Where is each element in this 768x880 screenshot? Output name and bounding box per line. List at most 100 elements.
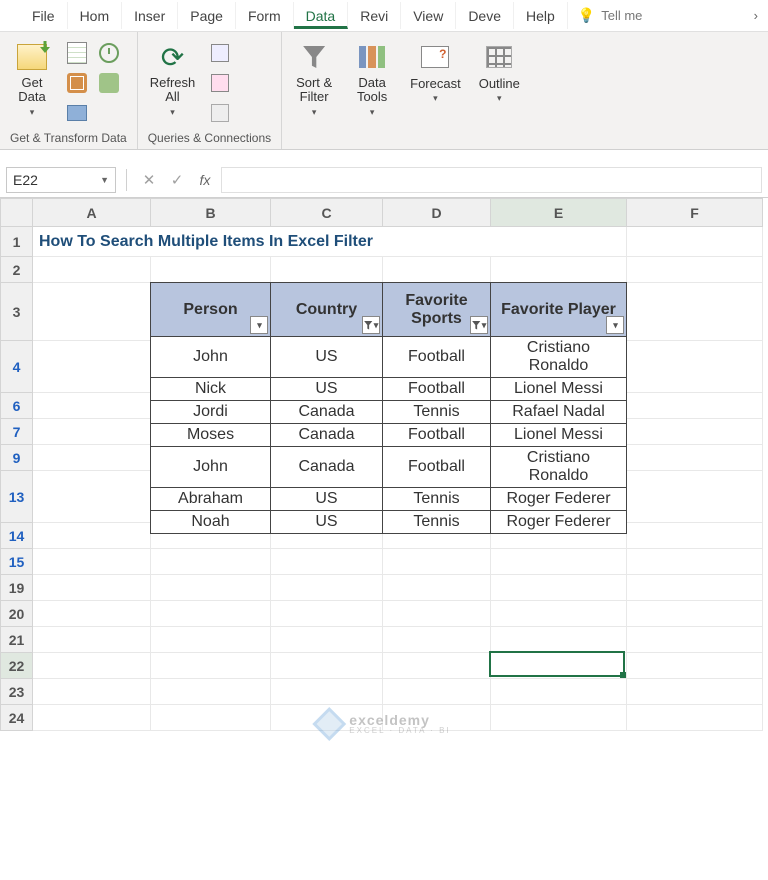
row-header[interactable]: 13 xyxy=(1,471,33,523)
row-header[interactable]: 22 xyxy=(1,653,33,679)
existing-connections-button[interactable] xyxy=(96,70,122,96)
row-header[interactable]: 7 xyxy=(1,419,33,445)
table-cell[interactable]: Abraham xyxy=(151,488,271,511)
cell[interactable] xyxy=(33,445,151,471)
cell[interactable] xyxy=(271,679,383,705)
table-cell[interactable]: Nick xyxy=(151,378,271,401)
tab-help[interactable]: Help xyxy=(514,2,568,29)
cell[interactable] xyxy=(151,679,271,705)
cell[interactable] xyxy=(491,601,627,627)
row-header[interactable]: 9 xyxy=(1,445,33,471)
cell[interactable] xyxy=(271,627,383,653)
cell[interactable] xyxy=(491,257,627,283)
cell[interactable] xyxy=(33,523,151,549)
column-header[interactable]: C xyxy=(271,199,383,227)
cell[interactable] xyxy=(383,601,491,627)
table-cell[interactable]: Tennis xyxy=(383,401,491,424)
queries-button[interactable] xyxy=(207,40,233,66)
cell[interactable] xyxy=(491,627,627,653)
filter-button[interactable] xyxy=(362,316,380,334)
tab-home[interactable]: Hom xyxy=(68,2,123,29)
cell[interactable] xyxy=(627,601,763,627)
cell[interactable] xyxy=(271,257,383,283)
table-cell[interactable]: Jordi xyxy=(151,401,271,424)
table-cell[interactable]: Canada xyxy=(271,447,383,488)
cell[interactable] xyxy=(627,549,763,575)
from-table-button[interactable] xyxy=(64,100,90,126)
cell[interactable] xyxy=(33,471,151,523)
filter-button[interactable] xyxy=(606,316,624,334)
cell[interactable] xyxy=(33,283,151,341)
row-header[interactable]: 15 xyxy=(1,549,33,575)
table-cell[interactable]: US xyxy=(271,337,383,378)
outline-button[interactable]: Outline ▾ xyxy=(473,36,526,108)
table-cell[interactable]: Tennis xyxy=(383,488,491,511)
row-header[interactable]: 14 xyxy=(1,523,33,549)
cell[interactable] xyxy=(33,627,151,653)
column-header[interactable]: F xyxy=(627,199,763,227)
table-cell[interactable]: Lionel Messi xyxy=(491,424,627,447)
cell[interactable] xyxy=(33,341,151,393)
tab-formulas[interactable]: Form xyxy=(236,2,294,29)
cell[interactable]: How To Search Multiple Items In Excel Fi… xyxy=(33,227,627,257)
column-header[interactable]: B xyxy=(151,199,271,227)
cell[interactable] xyxy=(33,679,151,705)
from-text-button[interactable] xyxy=(64,40,90,66)
table-cell[interactable]: Football xyxy=(383,337,491,378)
cell[interactable] xyxy=(627,341,763,393)
table-cell[interactable]: Moses xyxy=(151,424,271,447)
row-header[interactable]: 3 xyxy=(1,283,33,341)
table-cell[interactable]: John xyxy=(151,447,271,488)
table-cell[interactable]: Noah xyxy=(151,511,271,534)
filter-button[interactable] xyxy=(250,316,268,334)
cell[interactable] xyxy=(33,575,151,601)
cell[interactable] xyxy=(383,627,491,653)
table-cell[interactable]: Roger Federer xyxy=(491,488,627,511)
table-cell[interactable]: Football xyxy=(383,378,491,401)
filter-button[interactable] xyxy=(470,316,488,334)
tab-page-layout[interactable]: Page xyxy=(178,2,236,29)
table-cell[interactable]: US xyxy=(271,378,383,401)
row-header[interactable]: 24 xyxy=(1,705,33,731)
cell[interactable] xyxy=(627,471,763,523)
cell[interactable] xyxy=(627,627,763,653)
row-header[interactable]: 21 xyxy=(1,627,33,653)
tab-insert[interactable]: Inser xyxy=(122,2,178,29)
tab-view[interactable]: View xyxy=(401,2,456,29)
row-header[interactable]: 1 xyxy=(1,227,33,257)
cell[interactable] xyxy=(151,601,271,627)
fx-button[interactable]: fx xyxy=(193,168,217,192)
table-cell[interactable]: Football xyxy=(383,447,491,488)
cell[interactable] xyxy=(627,393,763,419)
table-cell[interactable]: Canada xyxy=(271,424,383,447)
cancel-formula-button[interactable]: ✕ xyxy=(137,168,161,192)
row-header[interactable]: 19 xyxy=(1,575,33,601)
cell[interactable] xyxy=(383,679,491,705)
cell[interactable] xyxy=(491,705,627,731)
cell[interactable] xyxy=(33,549,151,575)
edit-links-button[interactable] xyxy=(207,100,233,126)
data-tools-button[interactable]: Data Tools ▾ xyxy=(346,36,398,122)
cell[interactable] xyxy=(271,601,383,627)
column-header[interactable]: D xyxy=(383,199,491,227)
row-header[interactable]: 20 xyxy=(1,601,33,627)
cell[interactable] xyxy=(151,549,271,575)
cell[interactable] xyxy=(627,227,763,257)
column-header[interactable]: E xyxy=(491,199,627,227)
cell[interactable] xyxy=(271,653,383,679)
table-cell[interactable]: US xyxy=(271,511,383,534)
tab-file[interactable]: File xyxy=(20,2,68,29)
row-header[interactable]: 23 xyxy=(1,679,33,705)
table-cell[interactable]: Tennis xyxy=(383,511,491,534)
cell[interactable] xyxy=(491,679,627,705)
cell[interactable] xyxy=(491,575,627,601)
name-box[interactable]: E22 ▼ xyxy=(6,167,116,193)
cell[interactable] xyxy=(33,653,151,679)
row-header[interactable]: 2 xyxy=(1,257,33,283)
cell[interactable] xyxy=(151,705,271,731)
cell[interactable] xyxy=(271,549,383,575)
from-web-button[interactable] xyxy=(64,70,90,96)
table-cell[interactable]: US xyxy=(271,488,383,511)
accept-formula-button[interactable]: ✓ xyxy=(165,168,189,192)
cell[interactable] xyxy=(627,257,763,283)
